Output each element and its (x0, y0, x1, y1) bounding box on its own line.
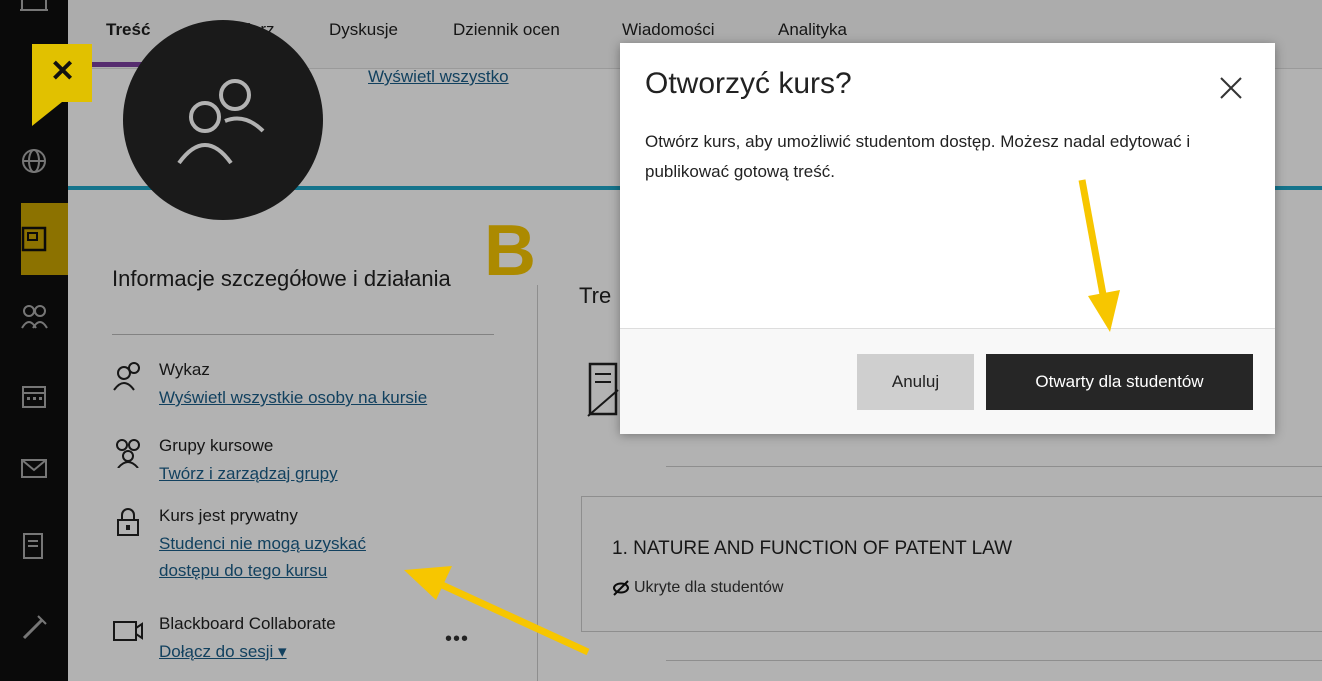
close-icon: ✕ (50, 55, 76, 88)
close-course-button[interactable]: ✕ (32, 44, 92, 102)
dialog-title: Otworzyć kurs? (645, 67, 852, 100)
close-button-tail (32, 102, 62, 126)
cancel-button[interactable]: Anuluj (857, 354, 974, 410)
open-course-dialog: Otworzyć kurs? Otwórz kurs, aby umożliwi… (620, 43, 1275, 434)
dialog-footer: Anuluj Otwarty dla studentów (620, 328, 1275, 434)
close-icon[interactable] (1216, 73, 1246, 103)
dialog-body: Otwórz kurs, aby umożliwić studentom dos… (645, 132, 1191, 181)
open-for-students-button[interactable]: Otwarty dla studentów (986, 354, 1253, 410)
